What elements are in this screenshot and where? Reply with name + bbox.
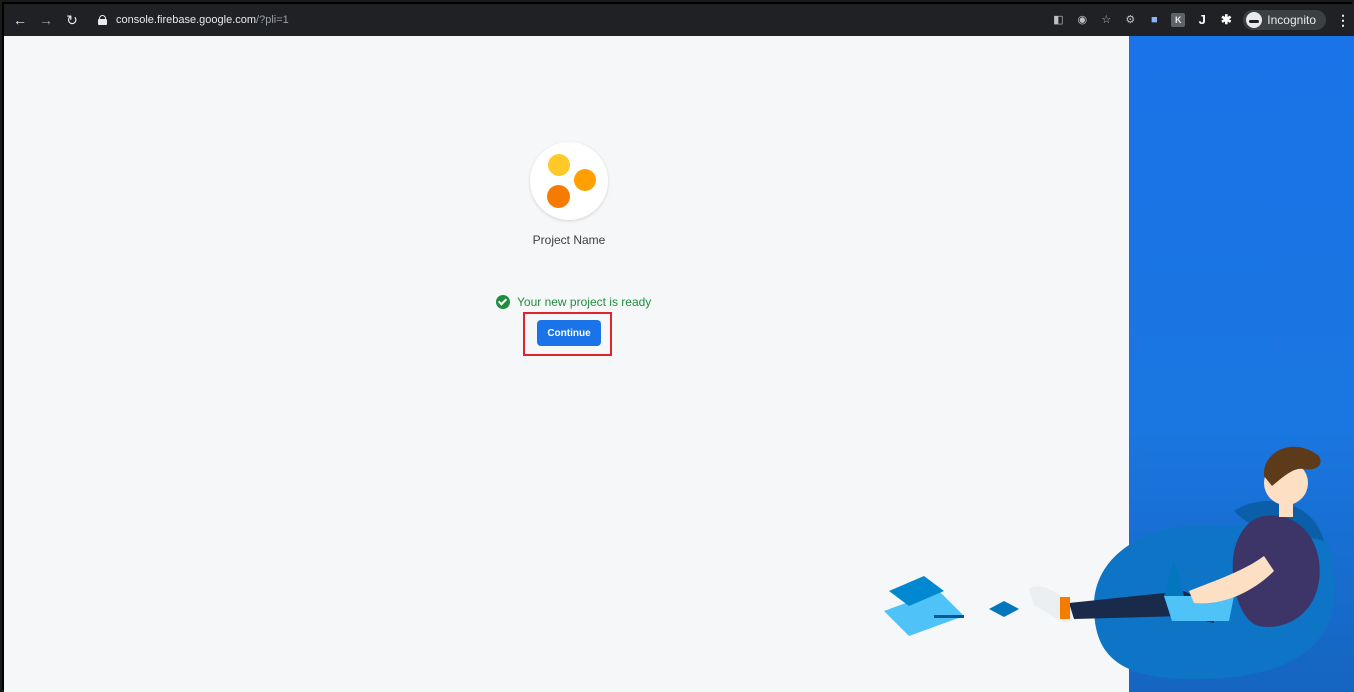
forward-arrow-icon[interactable]: → — [36, 5, 56, 35]
more-menu-icon[interactable]: ⋮ — [1336, 12, 1350, 29]
status-message: Your new project is ready — [496, 295, 651, 309]
lock-icon — [98, 15, 107, 25]
url-host: console.firebase.google.com — [116, 14, 257, 26]
eye-off-icon[interactable]: ◉ — [1075, 13, 1089, 27]
status-text: Your new project is ready — [517, 295, 652, 309]
avatar-dot-deep-orange — [547, 185, 570, 208]
screenshot-frame: ← → ↻ console.firebase.google.com/?pli=1… — [0, 0, 1354, 692]
project-name: Project Name — [532, 233, 606, 247]
extensions-area: ◧ ◉ ☆ ⚙ ■ K J ✱ Incognito ⋮ — [1051, 4, 1350, 36]
continue-button[interactable]: Continue — [537, 320, 601, 346]
browser-toolbar: ← → ↻ console.firebase.google.com/?pli=1… — [4, 4, 1354, 36]
star-icon[interactable]: ☆ — [1099, 13, 1113, 27]
extension-k-icon[interactable]: K — [1171, 13, 1186, 27]
page-content: Project Name Your new project is ready C… — [4, 36, 1354, 692]
translate-icon[interactable]: ◧ — [1051, 13, 1065, 27]
extension-blue-icon[interactable]: ■ — [1147, 13, 1161, 27]
avatar-dot-yellow — [548, 154, 570, 176]
puzzle-icon[interactable]: ✱ — [1219, 13, 1233, 27]
project-avatar — [530, 142, 608, 220]
url-path: /?pli=1 — [256, 14, 289, 26]
incognito-label: Incognito — [1267, 13, 1316, 27]
extension-j-icon[interactable]: J — [1195, 13, 1209, 27]
reload-icon[interactable]: ↻ — [62, 5, 82, 35]
avatar-dot-orange — [574, 169, 596, 191]
incognito-icon — [1246, 12, 1263, 28]
person-on-beanbag-illustration — [884, 446, 1336, 680]
check-circle-icon — [496, 295, 510, 309]
back-arrow-icon[interactable]: ← — [10, 5, 30, 35]
address-bar[interactable]: console.firebase.google.com/?pli=1 — [92, 8, 1122, 32]
extension-gear-icon[interactable]: ⚙ — [1123, 13, 1137, 27]
incognito-badge[interactable]: Incognito — [1243, 10, 1326, 30]
url-text[interactable]: console.firebase.google.com/?pli=1 — [116, 14, 289, 26]
